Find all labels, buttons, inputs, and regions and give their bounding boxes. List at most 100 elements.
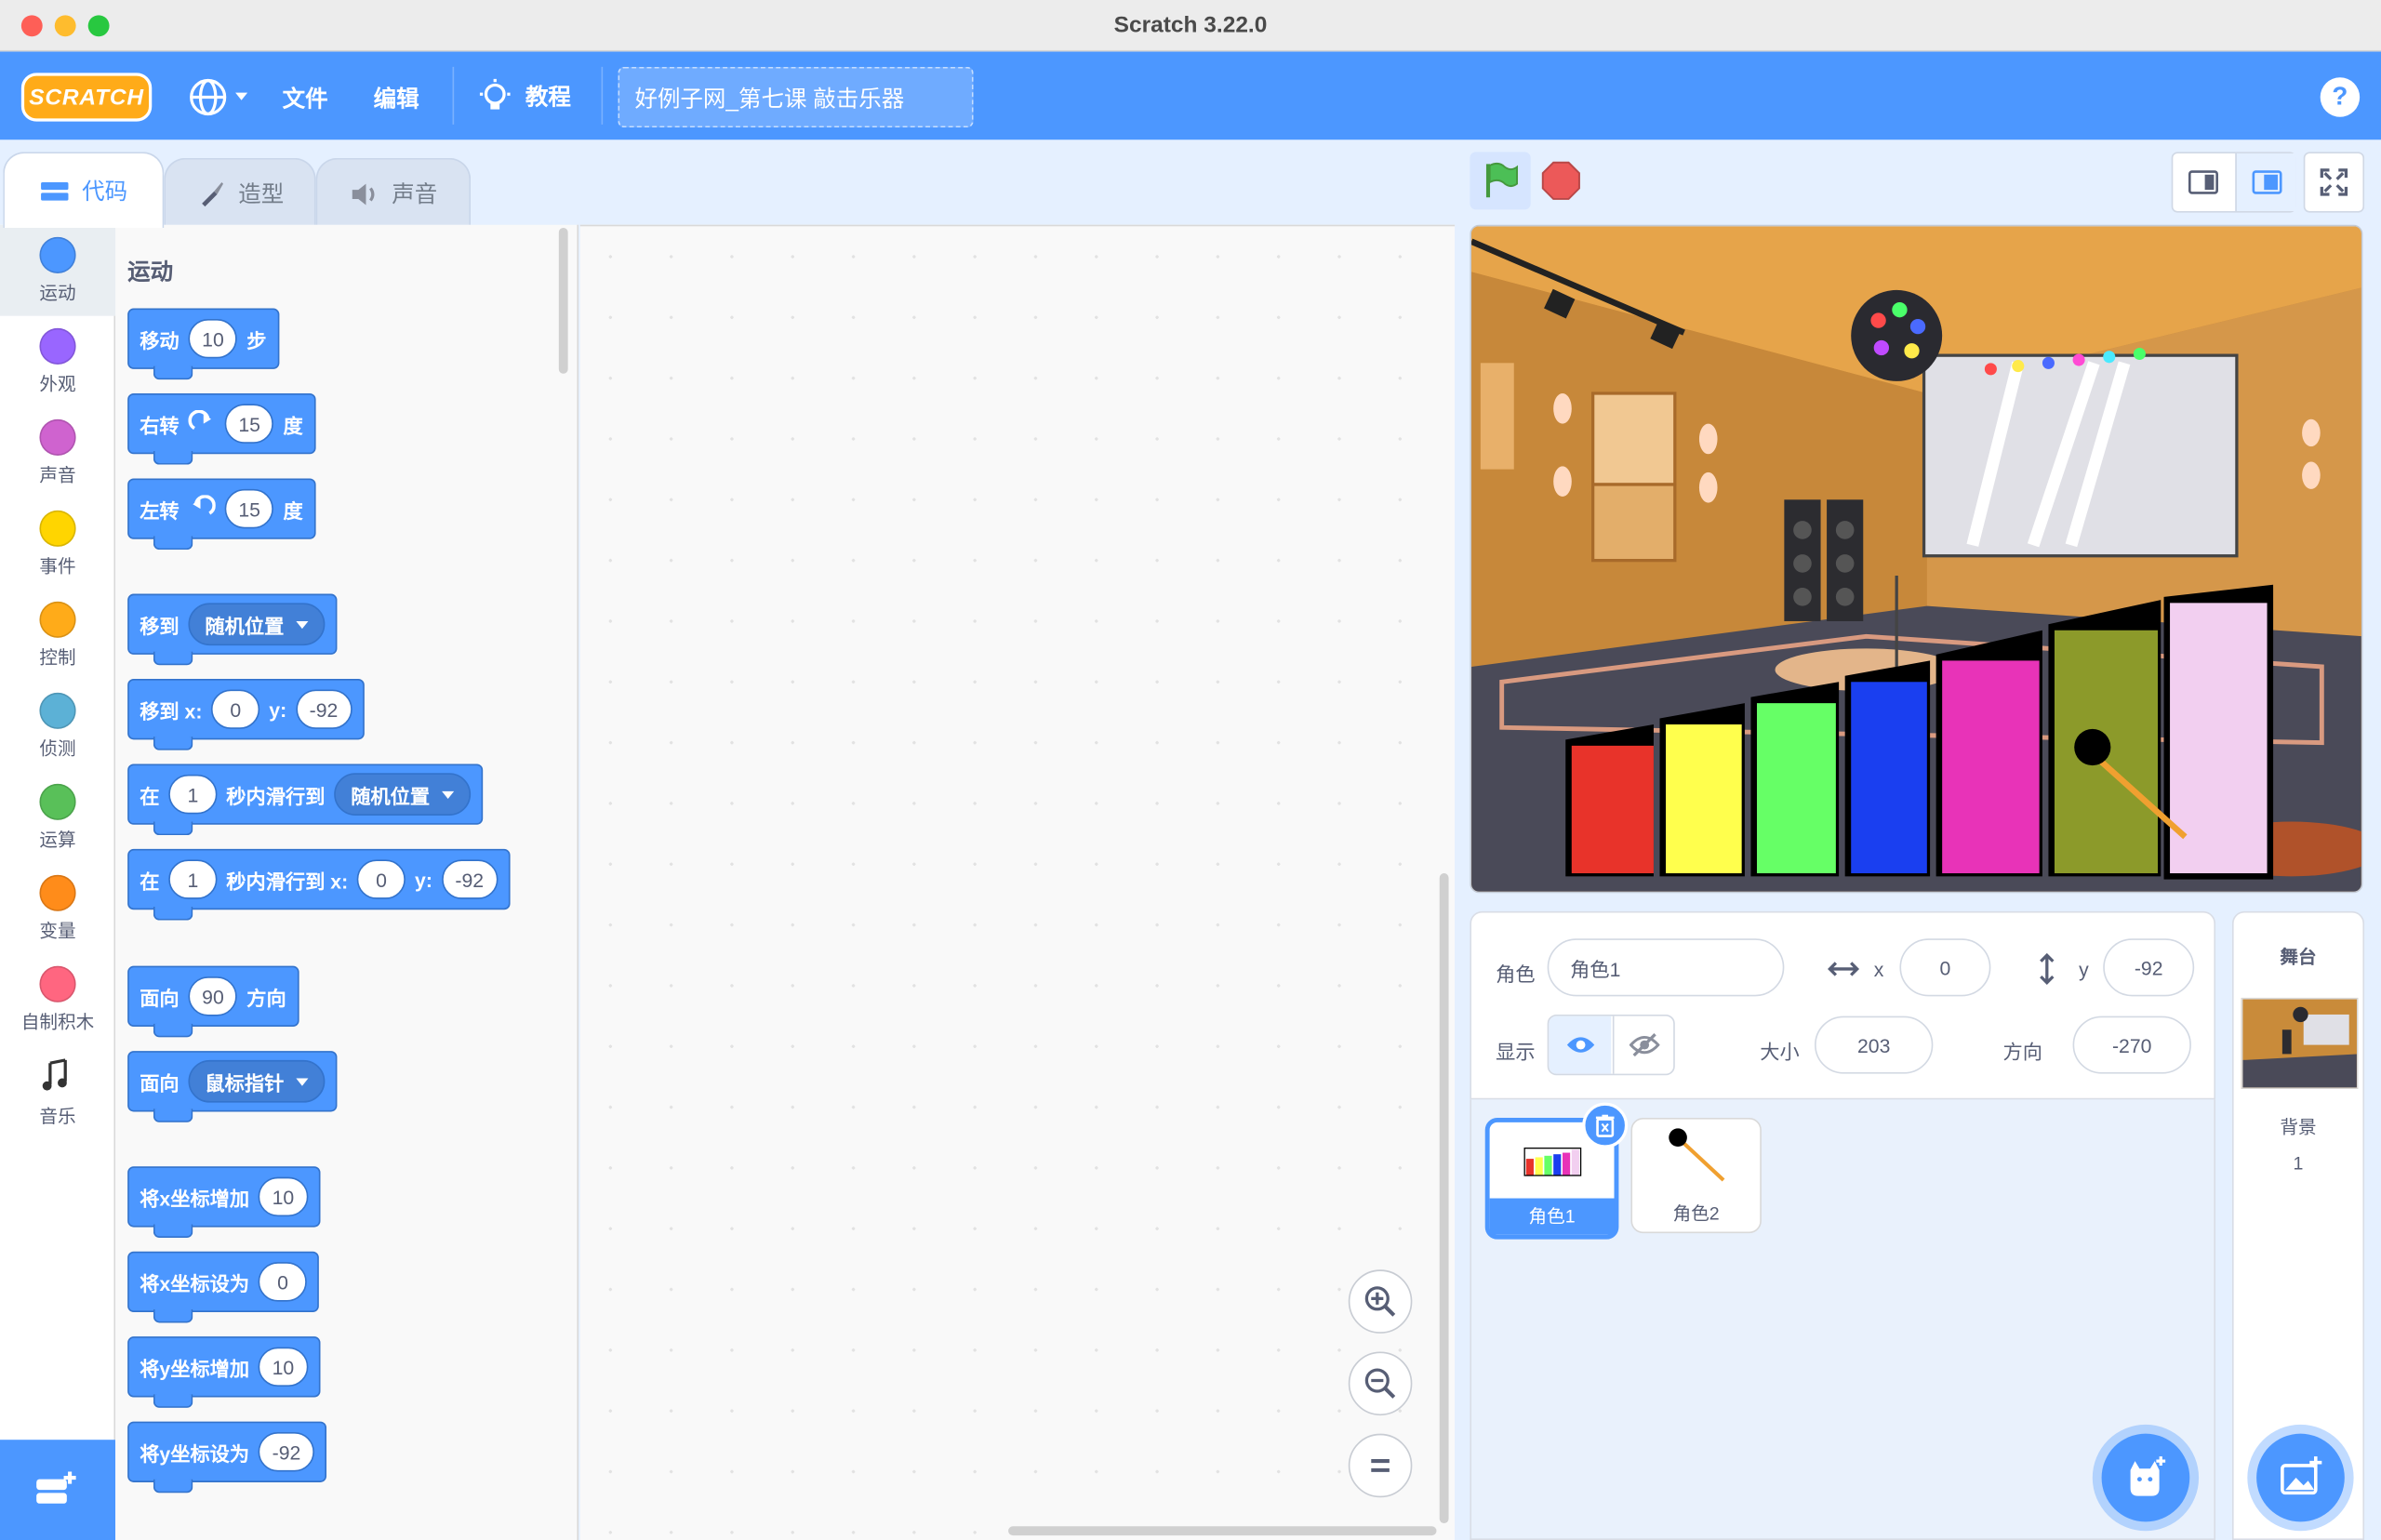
y-input[interactable]: -92 [295, 689, 352, 729]
language-menu[interactable] [188, 76, 255, 119]
x-input[interactable]: 0 [356, 859, 406, 899]
y-input[interactable]: -92 [258, 1432, 315, 1472]
zoom-reset-button[interactable] [1348, 1433, 1413, 1498]
goto-block[interactable]: 移到 随机位置 [127, 593, 338, 666]
turn-right-block[interactable]: 右转 15 度 [127, 392, 315, 465]
scratch-logo[interactable]: SCRATCH [20, 73, 153, 122]
set-x-block[interactable]: 将x坐标设为 0 [127, 1251, 320, 1323]
project-title-input[interactable]: 好例子网_第七课 敲击乐器 [618, 66, 974, 128]
category-dot [39, 236, 76, 273]
trash-icon [1595, 1114, 1615, 1137]
degrees-input[interactable]: 15 [224, 404, 274, 444]
category-control[interactable]: 控制 [0, 590, 115, 681]
goto-target-dropdown[interactable]: 随机位置 [188, 603, 326, 646]
category-variables[interactable]: 变量 [0, 863, 115, 954]
category-my-blocks[interactable]: 自制积木 [0, 954, 115, 1045]
glide-block[interactable]: 在 1 秒内滑行到 随机位置 [127, 763, 484, 836]
x-arrows-icon [1828, 962, 1860, 976]
point-target-dropdown[interactable]: 鼠标指针 [188, 1059, 326, 1103]
category-music[interactable]: 音乐 [0, 1045, 115, 1136]
backdrop-thumbnail-image [2242, 999, 2357, 1088]
small-stage-button[interactable] [2173, 153, 2233, 211]
stage-canvas[interactable] [1470, 224, 2363, 894]
zoom-out-button[interactable] [1348, 1351, 1413, 1416]
category-dot [39, 874, 76, 911]
stage-size-toggle [2171, 152, 2296, 213]
tutorials-button[interactable]: 教程 [477, 73, 580, 118]
fullscreen-button[interactable] [2303, 152, 2365, 213]
window-title-bar: Scratch 3.22.0 [0, 0, 2381, 52]
x-input[interactable]: 0 [258, 1262, 308, 1302]
change-y-block[interactable]: 将y坐标增加 10 [127, 1336, 321, 1408]
category-sound[interactable]: 声音 [0, 407, 115, 498]
category-dot [39, 418, 76, 456]
turn-left-block[interactable]: 左转 15 度 [127, 478, 315, 551]
direction-input[interactable]: 90 [188, 976, 238, 1016]
backdrop-thumbnail[interactable] [2241, 997, 2359, 1089]
delete-sprite-button[interactable] [1582, 1102, 1629, 1148]
large-stage-button[interactable] [2235, 153, 2296, 212]
hide-sprite-button[interactable] [1612, 1016, 1673, 1074]
rotate-right-icon [188, 409, 211, 431]
palette-scrollbar[interactable] [558, 227, 568, 374]
category-motion[interactable]: 运动 [0, 224, 116, 316]
category-looks[interactable]: 外观 [0, 316, 115, 407]
zoom-in-button[interactable] [1348, 1269, 1413, 1334]
tab-costumes[interactable]: 造型 [164, 157, 316, 228]
script-horizontal-scrollbar[interactable] [1008, 1526, 1437, 1536]
degrees-input[interactable]: 15 [224, 488, 274, 529]
choose-backdrop-button[interactable] [2256, 1433, 2345, 1522]
glide-xy-block[interactable]: 在 1 秒内滑行到 x: 0 y: -92 [127, 848, 510, 921]
small-stage-icon [2188, 170, 2218, 194]
mallet-sprite[interactable] [1471, 226, 2362, 893]
xylophone-thumbnail-icon [1523, 1148, 1582, 1176]
tab-sounds[interactable]: 声音 [315, 157, 472, 228]
green-flag-button[interactable] [1470, 152, 1531, 210]
sprite-thumbnail[interactable]: 角色2 [1630, 1117, 1762, 1234]
globe-icon [190, 78, 227, 116]
goto-xy-block[interactable]: 移到 x: 0 y: -92 [127, 679, 365, 750]
category-label: 事件 [39, 555, 76, 578]
y-input[interactable]: -92 [441, 859, 498, 899]
sprite-info-panel: 角色 角色1 x 0 y -92 显示 大小 203 方向 -270 [1470, 910, 2216, 1100]
point-direction-block[interactable]: 面向 90 方向 [127, 965, 299, 1038]
category-label: 自制积木 [20, 1011, 95, 1033]
category-sensing[interactable]: 侦测 [0, 681, 115, 772]
speaker-icon [352, 182, 375, 205]
script-area[interactable] [579, 224, 1456, 1540]
glide-target-dropdown[interactable]: 随机位置 [334, 773, 472, 816]
x-position-input[interactable]: 0 [1899, 938, 1991, 997]
category-operators[interactable]: 运算 [0, 772, 115, 863]
set-y-block[interactable]: 将y坐标设为 -92 [127, 1421, 327, 1494]
x-input[interactable]: 0 [211, 689, 260, 729]
tutorials-label: 教程 [525, 84, 571, 111]
dy-input[interactable]: 10 [258, 1347, 308, 1387]
steps-input[interactable]: 10 [188, 318, 238, 359]
tab-code[interactable]: 代码 [3, 152, 165, 228]
choose-sprite-button[interactable] [2101, 1433, 2190, 1522]
direction-label: 方向 [2002, 1040, 2042, 1064]
y-arrows-icon [2040, 952, 2055, 985]
dx-input[interactable]: 10 [258, 1176, 308, 1217]
change-x-block[interactable]: 将x坐标增加 10 [127, 1166, 321, 1239]
sprite-name-input[interactable]: 角色1 [1547, 938, 1785, 997]
category-menu: 运动 外观 声音 事件 控制 侦测 运算 变量 自制积木 音乐 [0, 224, 116, 1440]
script-vertical-scrollbar[interactable] [1439, 873, 1449, 1524]
y-position-input[interactable]: -92 [2103, 938, 2195, 997]
image-add-icon [2281, 1456, 2322, 1495]
seconds-input[interactable]: 1 [168, 859, 218, 899]
x-label: x [1873, 958, 1884, 982]
point-towards-block[interactable]: 面向 鼠标指针 [127, 1051, 338, 1122]
edit-menu[interactable]: 编辑 [374, 82, 419, 113]
file-menu[interactable]: 文件 [283, 82, 328, 113]
show-label: 显示 [1496, 1040, 1536, 1064]
stop-button[interactable] [1531, 152, 1591, 209]
category-events[interactable]: 事件 [0, 498, 115, 590]
help-icon[interactable]: ? [2320, 77, 2361, 117]
move-steps-block[interactable]: 移动 10 步 [127, 308, 279, 380]
size-input[interactable]: 203 [1815, 1016, 1934, 1074]
direction-input[interactable]: -270 [2072, 1016, 2191, 1074]
seconds-input[interactable]: 1 [168, 774, 218, 815]
show-sprite-button[interactable] [1549, 1016, 1612, 1074]
add-extension-button[interactable] [0, 1440, 116, 1540]
